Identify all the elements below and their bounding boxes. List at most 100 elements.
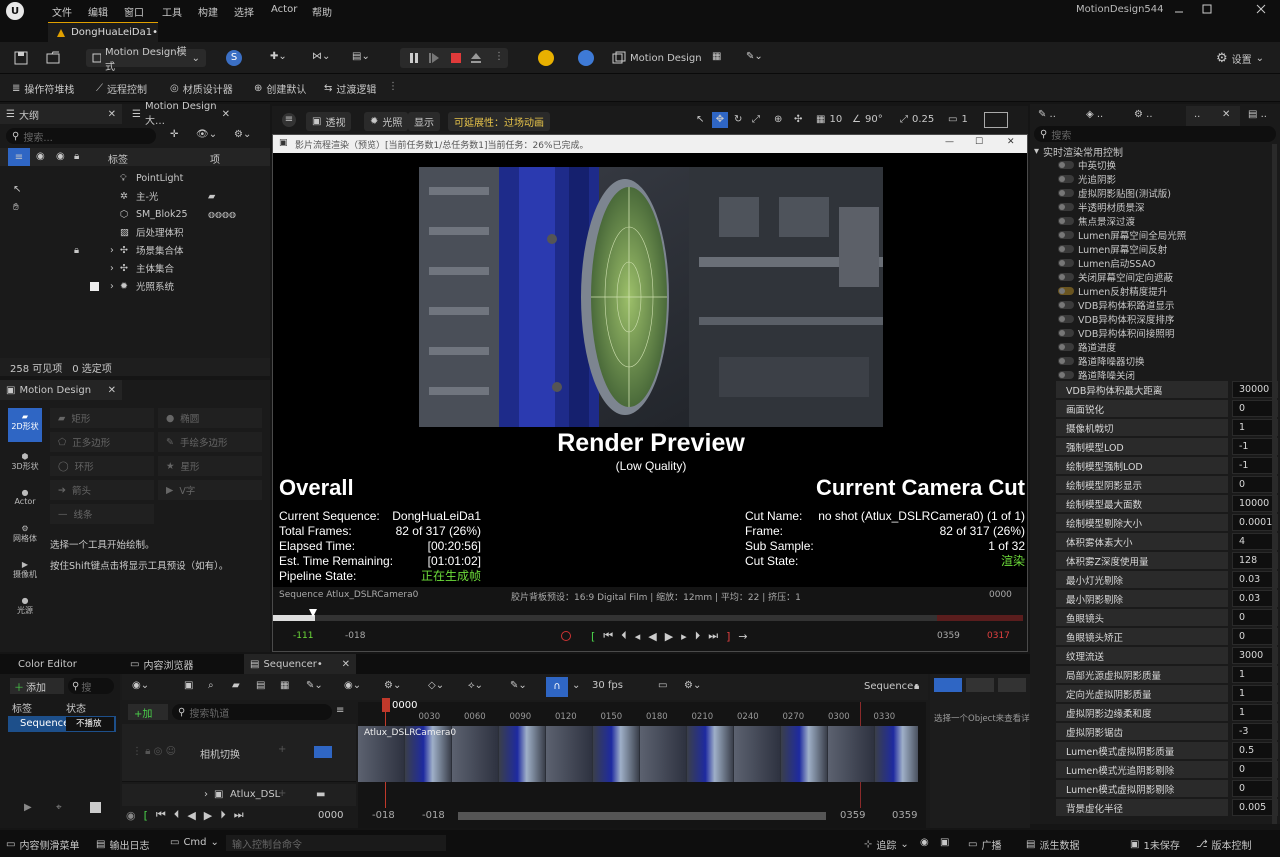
cvar-name[interactable]: 摄像机戟切 <box>1056 419 1228 436</box>
transition-logic-button[interactable]: ⇆ 过渡逻辑 <box>324 81 376 96</box>
derived-data-button[interactable]: ▤ 派生数据 <box>1026 837 1079 852</box>
view-start[interactable]: -018 <box>422 810 445 821</box>
minimize-icon[interactable] <box>1172 2 1186 16</box>
menu-actor[interactable]: Actor <box>271 4 297 15</box>
end-frame[interactable]: 0317 <box>987 631 1010 641</box>
cvar-name[interactable]: 虚拟阴影锯齿 <box>1056 723 1228 740</box>
toggle-switch[interactable] <box>1058 343 1074 351</box>
filter-icon[interactable]: ≡ <box>8 148 30 166</box>
toggle-switch[interactable] <box>1058 329 1074 337</box>
unreal-logo-icon[interactable]: U <box>6 2 24 20</box>
remote-control-button[interactable]: ⟋ 远程控制 <box>96 81 147 96</box>
menu-select[interactable]: 选择 <box>234 4 254 19</box>
toggle-row[interactable]: VDB异构体积深度排序 <box>1058 312 1174 326</box>
prev-key-icon[interactable]: ⏴ <box>174 808 180 822</box>
chevron-down-icon[interactable]: ⌄ <box>572 680 580 691</box>
close-icon[interactable]: ✕ <box>108 109 116 120</box>
toggle-row[interactable]: Lumen反射精度提升 <box>1058 284 1167 298</box>
add-button[interactable]: ＋添加 <box>10 678 64 694</box>
toggle-switch[interactable] <box>1058 175 1074 183</box>
toggle-row[interactable]: 半透明材质景深 <box>1058 200 1145 214</box>
track-controls-icon[interactable]: ⋮ 🔒︎ ◎ ☺ <box>132 746 176 757</box>
shape-line[interactable]: — 线条 <box>50 504 154 524</box>
cmd-dropdown[interactable]: ▭ Cmd ⌄ <box>170 837 219 848</box>
broadcast-button[interactable]: ▭ 广播 <box>968 837 1001 852</box>
toggle-row[interactable]: Lumen屏幕空间反射 <box>1058 242 1167 256</box>
toggle-row[interactable]: 路道降噪关闭 <box>1058 368 1135 382</box>
toggle-switch[interactable] <box>1058 217 1074 225</box>
show-button[interactable]: 显示 <box>408 112 440 131</box>
save-icon[interactable]: ▣ <box>184 680 193 691</box>
sequence-row[interactable]: Sequence 不播放 <box>8 716 116 732</box>
next-key-icon[interactable]: ⏵ <box>695 629 701 643</box>
checkbox-icon[interactable] <box>90 281 99 291</box>
stop-icon[interactable] <box>450 52 462 64</box>
select-icon[interactable]: ↖ <box>696 114 704 125</box>
maximize-icon[interactable]: ☐ <box>975 137 983 147</box>
layout-icon[interactable]: ▦ <box>712 51 721 62</box>
settings-tab-icon[interactable]: ⚙ .. <box>1134 109 1153 120</box>
key-icon[interactable]: ◇⌄ <box>428 680 444 691</box>
layout-icon[interactable] <box>984 112 1008 128</box>
film-icon[interactable]: ▦ <box>280 680 289 691</box>
category-mesh[interactable]: ⚙ 网格体 <box>8 524 42 544</box>
toggle-row[interactable]: 路道降噪器切换 <box>1058 354 1145 368</box>
toggle-row[interactable]: Lumen启动SSAO <box>1058 256 1155 270</box>
sequencer-tab[interactable]: ▤ Sequencer• ✕ <box>244 654 356 674</box>
right-search[interactable]: ⚲ 搜索 <box>1034 126 1276 142</box>
details-tab-icon[interactable] <box>934 678 962 692</box>
gear-icon[interactable]: ⚙⌄ <box>234 129 251 140</box>
camera-clip[interactable]: Atlux_DSLRCamera0 <box>358 726 918 782</box>
find-icon[interactable]: ⌕ <box>208 680 214 691</box>
camera-cut-track[interactable]: ⋮ 🔒︎ ◎ ☺ 相机切换 + <box>122 724 356 782</box>
material-designer-button[interactable]: ◎ 材质设计器 <box>170 81 233 96</box>
output-log-button[interactable]: ▤ 输出日志 <box>96 837 149 852</box>
group-header[interactable]: ▾ 实时渲染常用控制 <box>1034 144 1123 159</box>
record-icon[interactable] <box>561 631 571 641</box>
gear-icon[interactable]: ⚙⌄ <box>684 680 701 691</box>
toggle-row[interactable]: 路道进度 <box>1058 340 1116 354</box>
jump-start-icon[interactable]: ⏮ <box>156 808 166 822</box>
camera-icon[interactable] <box>314 746 332 758</box>
range-start-icon[interactable]: [ <box>144 809 148 822</box>
reverse-icon[interactable]: ◀ <box>187 809 195 822</box>
step-icon[interactable] <box>428 52 440 64</box>
cvar-name[interactable]: 体积雾体素大小 <box>1056 533 1228 550</box>
cvar-name[interactable]: 局部光源虚拟阴影质量 <box>1056 666 1228 683</box>
details-tab-icon[interactable]: ✎ .. <box>1038 109 1056 120</box>
cvar-name[interactable]: 鱼眼镜头矫正 <box>1056 628 1228 645</box>
outliner-tab[interactable]: ☰ 大纲 ✕ <box>0 104 122 124</box>
pause-icon[interactable] <box>408 52 420 64</box>
content-browser-tab[interactable]: ▭ 内容浏览器 <box>124 654 234 674</box>
lock-icon[interactable]: 🔒︎ <box>914 681 919 692</box>
timeline-scroll-thumb[interactable] <box>458 812 826 820</box>
world-icon[interactable]: ⊕ <box>774 114 782 125</box>
curve-icon[interactable]: ⟡⌄ <box>468 680 483 691</box>
level-tab[interactable]: DongHuaLeiDa1• <box>48 22 158 42</box>
camera-icon[interactable]: ◉ <box>920 837 929 848</box>
cvar-name[interactable]: 最小阴影剔除 <box>1056 590 1228 607</box>
close-icon[interactable]: ✕ <box>222 109 230 120</box>
range-start[interactable]: -018 <box>372 810 395 821</box>
platforms-icon[interactable] <box>538 50 554 66</box>
chevron-right-icon[interactable]: › <box>110 245 114 256</box>
outliner-row[interactable]: 🔒︎ › ✣ 场景集合体 <box>0 241 270 259</box>
camera-icon[interactable]: ▬ <box>316 789 325 800</box>
cvar-name[interactable]: 虚拟阴影边缘柔和度 <box>1056 704 1228 721</box>
filter-icon[interactable]: ≡ <box>336 705 344 716</box>
play-icon[interactable]: ▶ <box>24 802 32 813</box>
cvar-name[interactable]: 体积雾Z深度使用量 <box>1056 552 1228 569</box>
toggle-row[interactable]: VDB异构体积路道显示 <box>1058 298 1174 312</box>
toggle-switch[interactable] <box>1058 371 1074 379</box>
more-options-icon[interactable]: ⋮ <box>388 81 398 92</box>
layers-tab-icon[interactable]: ◈ .. <box>1086 109 1103 120</box>
snap-icon[interactable]: ∩ <box>546 677 568 697</box>
toggle-switch[interactable] <box>1058 357 1074 365</box>
toggle-row[interactable]: 焦点景深过渡 <box>1058 214 1135 228</box>
add-actor-icon[interactable]: ✚⌄ <box>270 51 287 62</box>
shape-arrow[interactable]: ➔ 箭头 <box>50 480 154 500</box>
toggle-switch[interactable] <box>1058 203 1074 211</box>
timeline[interactable]: 0030 0060 0090 0120 0150 0180 0210 0240 0270 0300… <box>358 698 926 828</box>
source-control-icon[interactable]: S <box>226 50 242 66</box>
cvar-name[interactable]: 纹理流送 <box>1056 647 1228 664</box>
